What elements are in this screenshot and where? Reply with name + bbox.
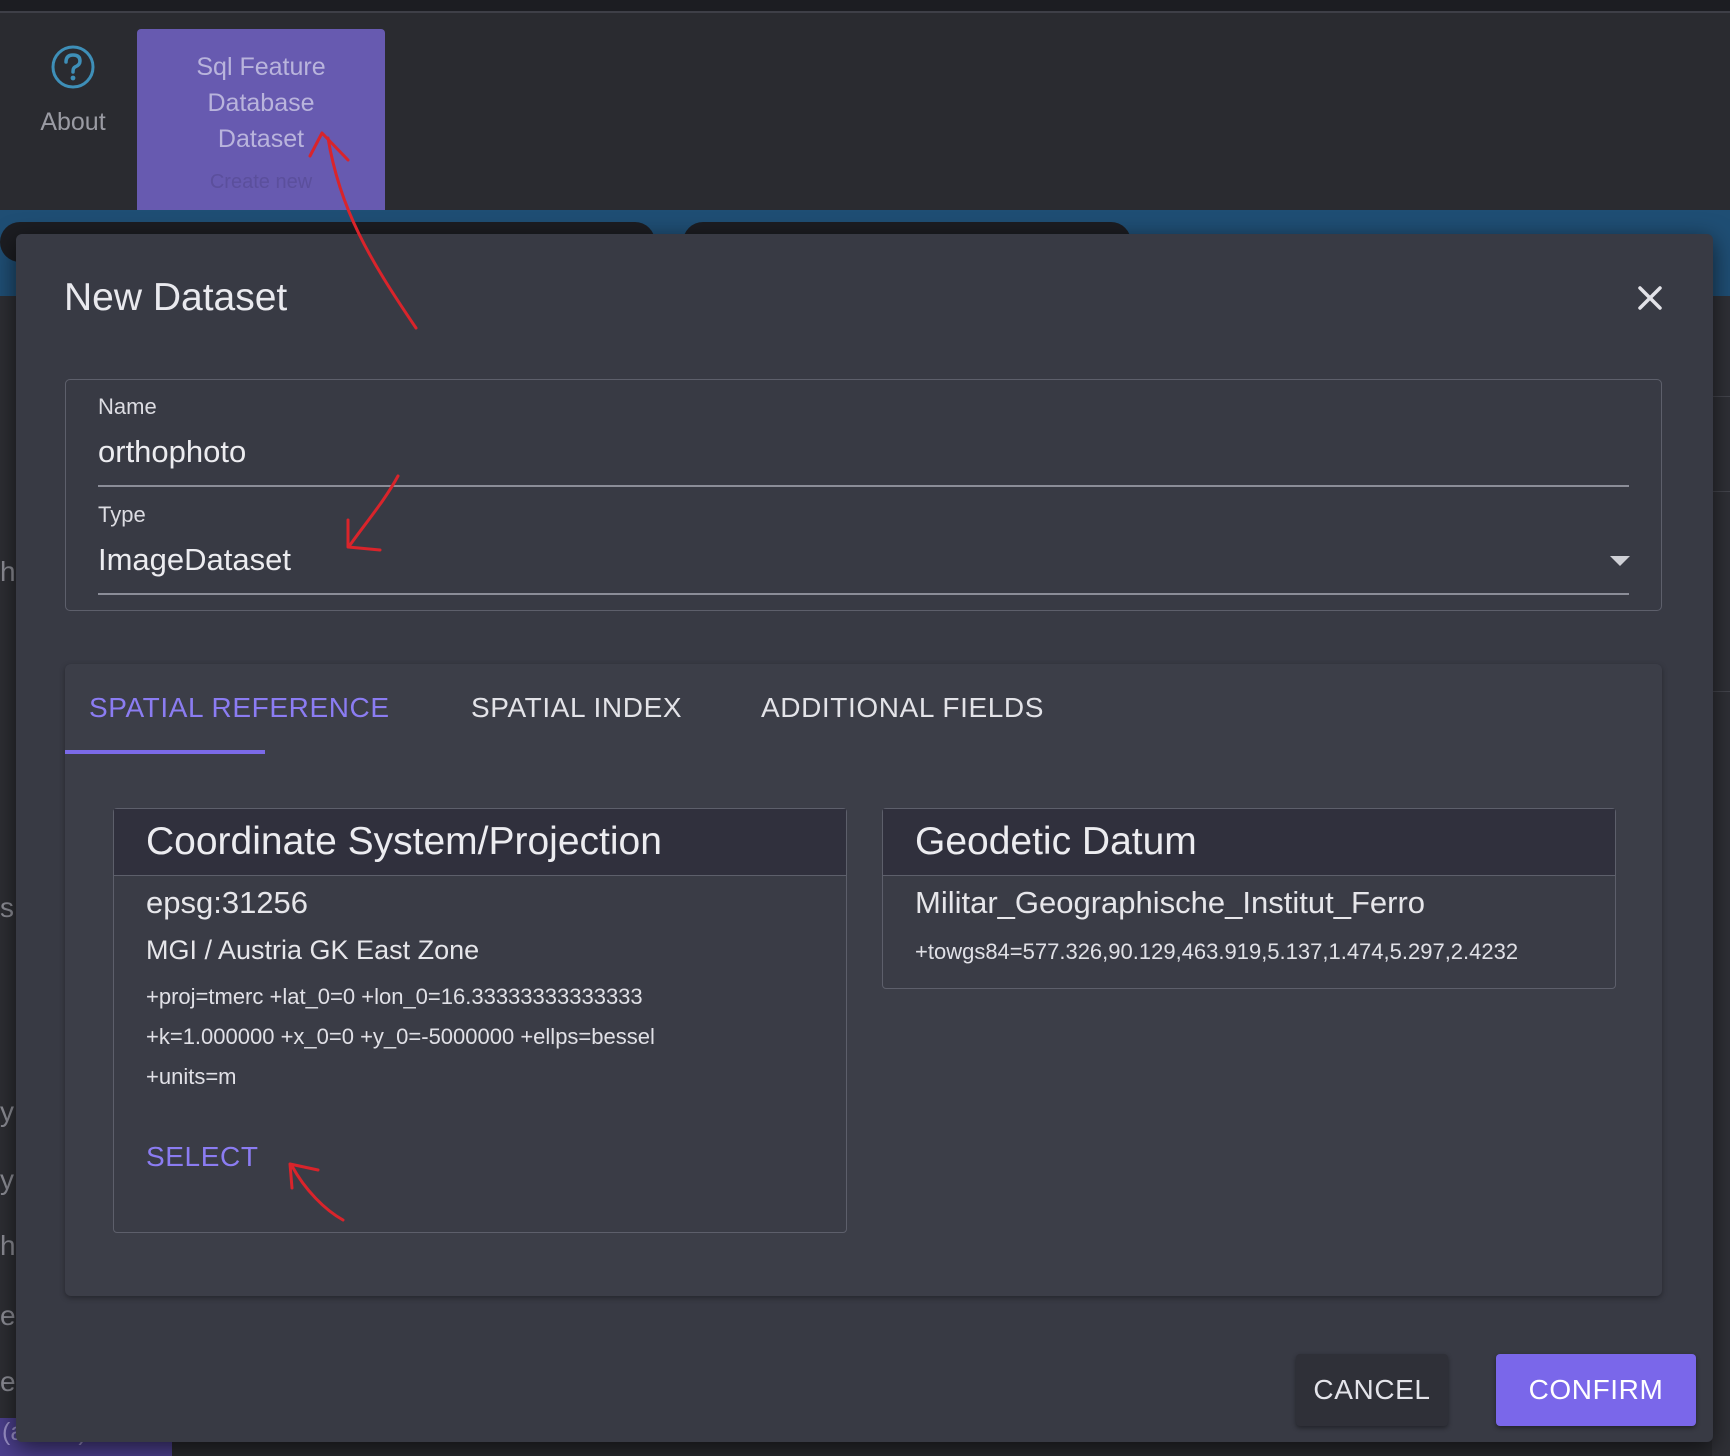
geodetic-datum-card: Geodetic Datum Militar_Geographische_Ins… (882, 808, 1616, 989)
type-select-underline (98, 593, 1629, 595)
background-right-edge (1712, 296, 1730, 1456)
chevron-down-icon[interactable] (1610, 556, 1630, 566)
confirm-button[interactable]: CONFIRM (1496, 1354, 1696, 1426)
name-field[interactable]: orthophoto (98, 434, 246, 470)
datum-name: Militar_Geographische_Institut_Ferro (915, 885, 1426, 920)
geodetic-datum-header: Geodetic Datum (883, 809, 1615, 876)
sidebar-text-fragment: y (0, 1164, 14, 1195)
epsg-code: epsg:31256 (146, 885, 309, 920)
sql-dataset-label-line2: Database (207, 89, 315, 117)
proj-definition: +proj=tmerc +lat_0=0 +lon_0=16.333333333… (146, 977, 786, 1097)
coordinate-system-header: Coordinate System/Projection (114, 809, 846, 876)
help-icon (51, 45, 95, 89)
tab-spatial-reference[interactable]: SPATIAL REFERENCE (89, 692, 390, 724)
toolbar: About Sql Feature Database Dataset Creat… (0, 13, 1730, 220)
towgs84-parameters: +towgs84=577.326,90.129,463.919,5.137,1.… (915, 939, 1519, 964)
about-button[interactable]: About (28, 43, 118, 137)
type-label: Type (98, 502, 146, 527)
type-select[interactable]: ImageDataset (98, 542, 291, 578)
tab-panel: SPATIAL REFERENCE SPATIAL INDEX ADDITION… (65, 664, 1662, 1296)
sidebar-text-fragment: h (0, 1230, 16, 1261)
proj-line: +units=m (146, 1064, 237, 1089)
sidebar-text-fragment: e (0, 1300, 16, 1331)
proj-line: +proj=tmerc +lat_0=0 +lon_0=16.333333333… (146, 984, 643, 1009)
sql-dataset-label-line3: Dataset (217, 125, 305, 153)
name-field-underline (98, 485, 1629, 487)
dataset-form: Name orthophoto Type ImageDataset (65, 379, 1662, 611)
sql-dataset-sub-label: Create new (209, 171, 313, 193)
sql-dataset-label-line1: Sql Feature (196, 53, 326, 81)
cancel-button[interactable]: CANCEL (1296, 1354, 1448, 1426)
sql-feature-database-dataset-button[interactable]: Sql Feature Database Dataset Create new (137, 29, 385, 220)
about-label: About (40, 108, 106, 136)
new-dataset-dialog: New Dataset Name orthophoto Type ImageDa… (16, 234, 1713, 1442)
sidebar-text-fragment: y (0, 1096, 14, 1127)
tab-additional-fields[interactable]: ADDITIONAL FIELDS (761, 692, 1044, 724)
window-top-strip (0, 0, 1730, 13)
select-button[interactable]: SELECT (146, 1141, 259, 1173)
sidebar-text-fragment: h (0, 556, 16, 587)
tab-spatial-index[interactable]: SPATIAL INDEX (471, 692, 682, 724)
sidebar-text-fragment: e (0, 1366, 16, 1397)
name-label: Name (98, 394, 157, 419)
projection-name: MGI / Austria GK East Zone (146, 935, 480, 965)
proj-line: +k=1.000000 +x_0=0 +y_0=-5000000 +ellps=… (146, 1024, 655, 1049)
coordinate-system-card: Coordinate System/Projection epsg:31256 … (113, 808, 847, 1233)
dialog-title: New Dataset (64, 276, 288, 319)
active-tab-indicator (65, 750, 265, 754)
close-icon[interactable] (1628, 276, 1672, 320)
sidebar-text-fragment: s (0, 892, 14, 923)
